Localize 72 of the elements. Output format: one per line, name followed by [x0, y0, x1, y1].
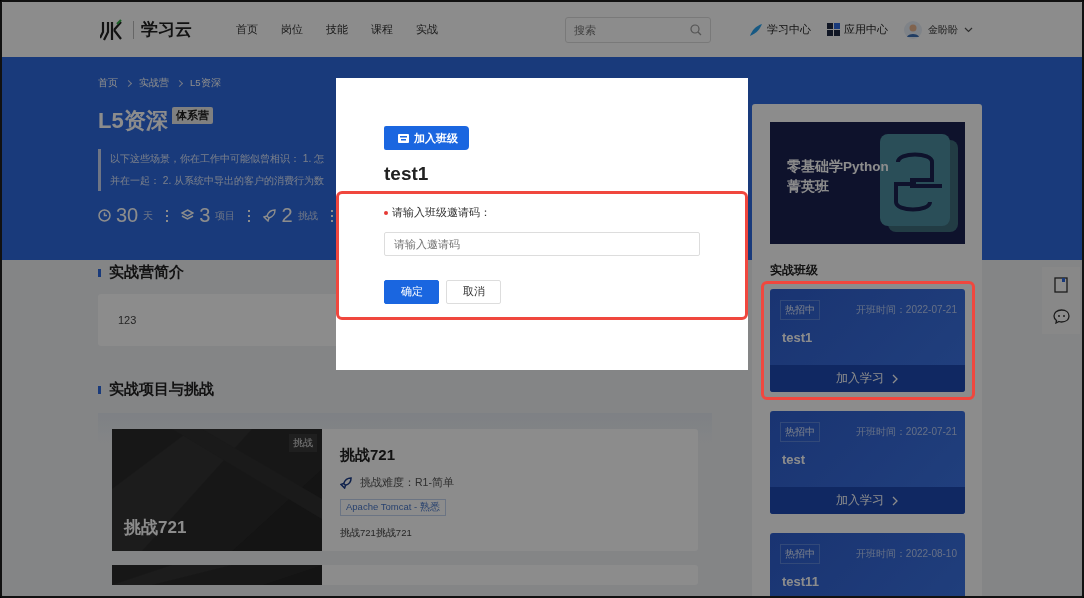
divider-dots-icon — [248, 209, 251, 222]
dialog-title: test1 — [384, 163, 430, 185]
search-field[interactable]: 搜索 — [565, 16, 711, 43]
rocket-icon — [340, 477, 352, 489]
skill-tag: Apache Tomcat - 熟悉 — [340, 499, 446, 516]
stat-unit: 天 — [143, 208, 154, 223]
class-card[interactable]: 热招中 开班时间：2022-07-21 test1 加入学习 — [770, 289, 965, 392]
chevron-icon — [892, 373, 899, 384]
stat-unit: 项目 — [215, 208, 236, 223]
stat-value: 3 — [199, 204, 211, 227]
divider-dots-icon — [330, 209, 333, 222]
project-title: 挑战721 — [340, 446, 396, 465]
chat-icon[interactable] — [1052, 309, 1070, 324]
nav-link[interactable]: 课程 — [371, 22, 393, 37]
intro-text: 123 — [118, 314, 137, 326]
camp-badge: 体系营 — [171, 107, 213, 124]
project-card[interactable]: 挑战 挑战721 挑战721 挑战难度：R1-简单 Apache Tomcat - 熟悉 挑战721挑战721 — [112, 429, 698, 551]
join-class-badge: 加入班级 — [384, 126, 469, 150]
join-button[interactable]: 加入学习 — [770, 365, 965, 392]
start-date: 开班时间：2022-08-10 — [855, 547, 957, 561]
stat-value: 30 — [116, 204, 139, 227]
class-name: test1 — [781, 329, 814, 345]
section-title: 实战营简介 — [109, 263, 184, 282]
breadcrumb-link[interactable]: 实战营 — [139, 77, 169, 90]
cover-title: 零基础学Python — [787, 158, 889, 176]
stat-unit: 挑战 — [297, 208, 318, 223]
type-badge: 挑战 — [289, 434, 317, 452]
logo-text[interactable]: 学习云 — [141, 18, 192, 41]
invite-code-field[interactable]: 请输入邀请码 — [384, 232, 700, 256]
class-card[interactable]: 热招中 开班时间：2022-07-21 test 加入学习 — [770, 411, 965, 514]
divider-dots-icon — [166, 209, 169, 222]
bird-icon — [749, 22, 763, 37]
status-badge: 热招中 — [780, 544, 820, 564]
class-card[interactable]: 热招中 开班时间：2022-08-10 test11 — [770, 533, 965, 596]
section-title: 实战班级 — [770, 262, 819, 279]
nav-link[interactable]: 首页 — [236, 22, 258, 37]
cover-title: 菁英班 — [787, 178, 830, 196]
keyboard-icon — [398, 133, 409, 143]
cover-title: 挑战721 — [124, 517, 187, 539]
class-name: test — [781, 451, 807, 467]
breadcrumb-link[interactable]: 首页 — [98, 77, 118, 90]
page-title: L5资深 — [98, 107, 168, 135]
caret-icon[interactable] — [964, 26, 973, 33]
join-button[interactable]: 加入学习 — [770, 487, 965, 514]
nav-link[interactable]: 岗位 — [281, 22, 303, 37]
project-card[interactable] — [112, 565, 698, 585]
status-badge: 热招中 — [780, 300, 820, 320]
stat-value: 2 — [281, 204, 293, 227]
field-label: 请输入班级邀请码： — [392, 205, 491, 220]
section-title: 实战项目与挑战 — [109, 380, 214, 399]
class-name: test11 — [781, 573, 820, 589]
confirm-button[interactable]: 确定 — [384, 280, 439, 304]
user-name[interactable]: 金盼盼 — [928, 22, 958, 37]
clock-icon — [98, 209, 111, 222]
start-date: 开班时间：2022-07-21 — [855, 303, 957, 317]
rocket-icon — [263, 209, 277, 222]
project-description: 挑战721挑战721 — [340, 527, 412, 540]
chevron-icon — [892, 495, 899, 506]
status-badge: 热招中 — [780, 422, 820, 442]
breadcrumb-link[interactable]: L5资深 — [190, 77, 221, 90]
grid-icon — [827, 23, 840, 36]
avatar-icon[interactable] — [904, 20, 922, 39]
nav-link[interactable]: 技能 — [326, 22, 348, 37]
layers-icon — [181, 209, 195, 222]
header-link[interactable]: 学习中心 — [749, 22, 811, 37]
header-link[interactable]: 应用中心 — [827, 22, 888, 37]
start-date: 开班时间：2022-07-21 — [855, 425, 957, 439]
difficulty-text: 挑战难度：R1-简单 — [360, 476, 454, 490]
book-icon[interactable] — [1054, 277, 1068, 293]
nav-link[interactable]: 实战 — [416, 22, 438, 37]
description-text: 以下这些场景，你在工作中可能似曾相识： 1. 怎 — [110, 152, 326, 166]
cancel-button[interactable]: 取消 — [446, 280, 501, 304]
